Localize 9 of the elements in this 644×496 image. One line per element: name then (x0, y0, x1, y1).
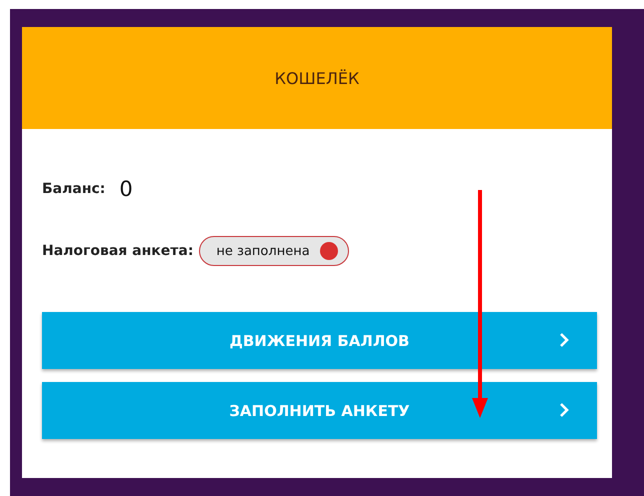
nav-button[interactable]: ЗАПОЛНИТЬ АНКЕТУ (42, 382, 597, 439)
chevron-right-icon (559, 402, 569, 418)
card-title: КОШЕЛЁК (274, 68, 360, 88)
chevron-right-icon (559, 332, 569, 348)
balance-label: Баланс: (42, 181, 106, 197)
status-badge: не заполнена (199, 236, 349, 266)
balance-value: 0 (119, 177, 133, 201)
nav-button[interactable]: ДВИЖЕНИЯ БАЛЛОВ (42, 312, 597, 369)
tax-form-label: Налоговая анкета: (42, 243, 194, 259)
